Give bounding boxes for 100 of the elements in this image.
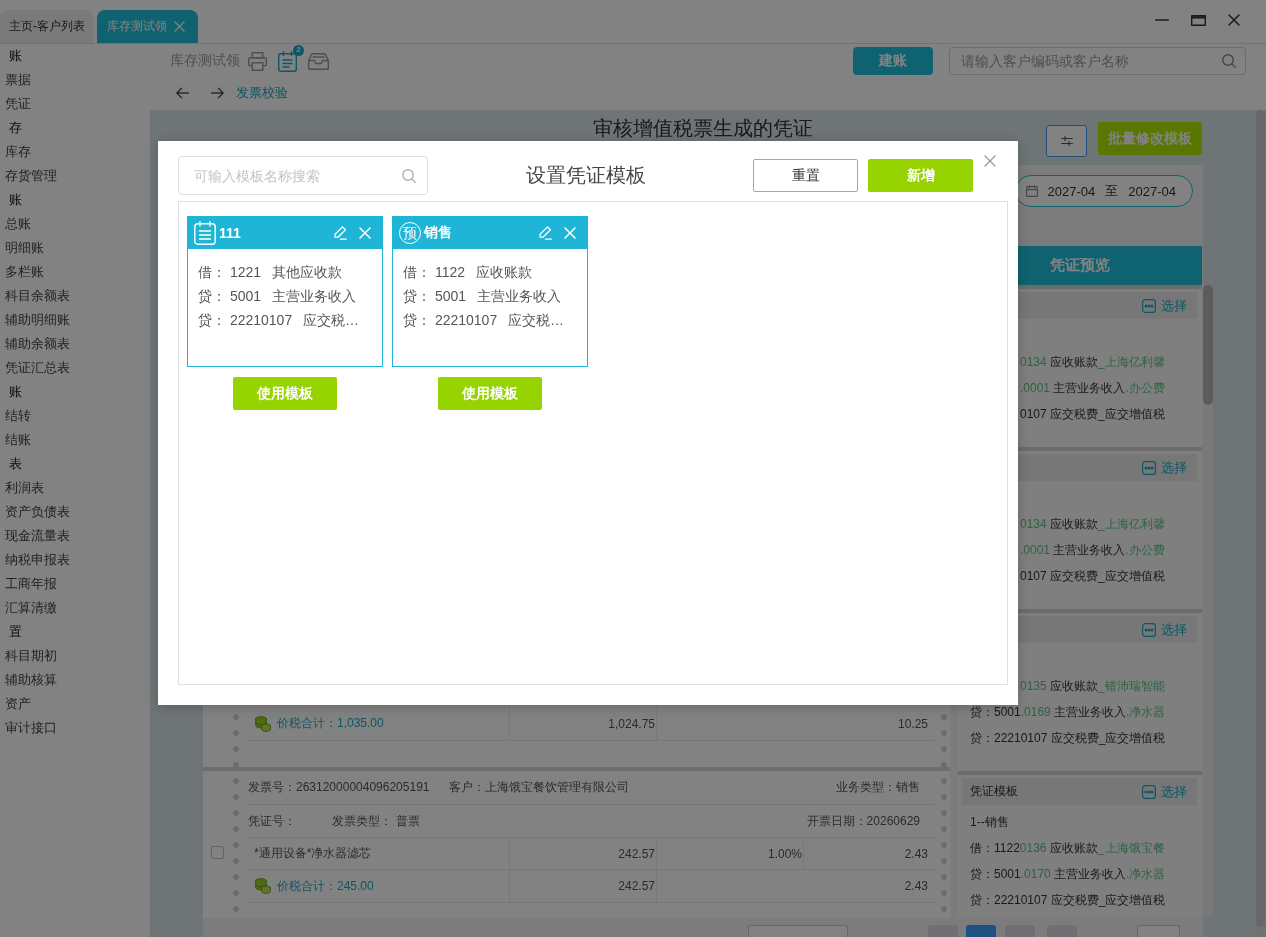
sidebar-item[interactable]: 明细账 [0,236,44,260]
printer-icon[interactable] [248,51,267,71]
forward-arrow-icon[interactable] [211,87,224,99]
sidebar-item[interactable]: 汇算清缴 [0,596,57,620]
date-separator: 至 [1105,182,1119,200]
coins-icon [255,715,271,732]
more-icon [1142,622,1156,637]
table-cell: 1.00% [656,838,803,869]
tab[interactable]: 主页-客户列表 [0,10,94,43]
dialog-button[interactable]: 重置 [753,159,858,192]
voucher-entry-line: 0134 应收账款_上海亿利馨 [1020,516,1165,533]
sidebar-item[interactable]: 辅助余额表 [0,332,70,356]
maximize-icon[interactable] [1191,14,1206,26]
sidebar-item[interactable]: 凭证 [0,92,31,116]
search-icon[interactable] [402,168,416,183]
page-size-select[interactable] [748,925,848,937]
notebook-icon [194,221,216,245]
sidebar-item[interactable]: 纳税申报表 [0,548,70,572]
voucher-entry-line: 贷：5001.0169 主营业务收入.净水器 [970,704,1166,721]
sidebar-item[interactable]: 现金流量表 [0,524,70,548]
sidebar-item[interactable]: 结转 [0,404,31,428]
edit-icon[interactable] [333,226,347,240]
template-entry-line: 贷： 22210107 应交税… [403,311,565,330]
breadcrumb-link[interactable]: 发票校验 [236,84,288,102]
panel-title: 审核增值税票生成的凭证 [592,116,813,140]
sidebar-item[interactable]: 工商年报 [0,572,57,596]
notification-badge: 2 [293,44,304,56]
template-entry-line: 借： 1122 应收账款 [403,263,532,282]
voucher-entry-line: 0107 应交税费_应交增值税 [1020,568,1165,585]
table-cell: 242.57 [509,838,656,869]
search-icon[interactable] [1222,54,1236,68]
table-cell: 2.43 [803,838,935,869]
template-entry-line: 借： 1221 其他应收款 [198,263,342,282]
sidebar-item[interactable]: 存货管理 [0,164,57,188]
close-icon[interactable] [1228,14,1240,26]
filter-button[interactable] [1046,125,1087,157]
template-entry-line: 贷： 22210107 应交税… [198,311,360,330]
date-to: 2027-04 [1128,183,1176,199]
sidebar-group-label: 置 [8,623,22,641]
table-cell: 2.43 [656,870,935,902]
sidebar-item[interactable]: 辅助核算 [0,668,57,692]
search-field[interactable]: 可输入模板名称搜索 [178,156,428,195]
clipboard-list-icon[interactable] [278,50,297,72]
template-name: 1--销售 [970,814,1009,831]
sidebar-item[interactable]: 总账 [0,212,31,236]
sidebar-item[interactable]: 资产负债表 [0,500,70,524]
dialog-title: 设置凭证模板 [525,163,646,188]
coins-icon [255,878,271,894]
voucher-entry-line: 贷：5001.0170 主营业务收入.净水器 [970,866,1166,883]
invoice-type-label: 发票类型： [332,812,392,830]
more-icon [1142,460,1156,475]
voucher-entry-line: 贷：22210107 应交税费_应交增值税 [970,892,1166,909]
voucher-entry-line: .0001 主营业务收入.办公费 [1020,542,1165,559]
sidebar-item[interactable]: 资产 [0,692,31,716]
sidebar-item[interactable]: 结账 [0,428,31,452]
page-jump-input[interactable] [1137,925,1180,937]
calendar-icon [1025,185,1038,197]
voucher-entry-line: 借：11220136 应收账款_上海饿宝餐 [970,840,1165,857]
sidebar-item[interactable]: 多栏账 [0,260,44,284]
sidebar-group-label: 账 [8,191,22,209]
template-entry-line: 贷： 5001 主营业务收入 [198,287,356,306]
voucher-entry-line: 0134 应收账款_上海亿利馨 [1020,354,1165,371]
more-icon [1142,298,1156,313]
sidebar-item[interactable]: 利润表 [0,476,44,500]
invoice-type: 普票 [396,812,420,830]
invoice-number: 发票号：26312000004096205191 [248,779,430,796]
edit-icon[interactable] [538,226,552,240]
sidebar-item[interactable]: 凭证汇总表 [0,356,70,380]
voucher-title: 凭证模板 [970,783,1018,800]
sidebar-group-label: 账 [8,383,22,401]
template-entry-line: 贷： 5001 主营业务收入 [403,287,561,306]
voucher-entry-line: 0135 应收账款_错沛瑞智能 [1020,678,1165,695]
table-cell-text: *通用设备*净水器滤芯 [253,845,373,862]
invoice-date: 开票日期：20260629 [806,812,920,830]
sidebar-item[interactable]: 库存 [0,140,31,164]
template-name: 111 [219,225,241,241]
sidebar-group-label: 表 [8,455,22,473]
sidebar-group-label: 存 [8,119,22,137]
close-icon[interactable] [984,155,996,167]
voucher-entry-line: 贷：22210107 应交税费_应交增值税 [970,730,1166,747]
business-type: 业务类型：销售 [836,779,920,796]
sidebar-item[interactable]: 科目余额表 [0,284,70,308]
table-cell: 1,024.75 [509,707,656,740]
minimize-icon[interactable] [1155,19,1169,21]
voucher-entry-line: .0001 主营业务收入.办公费 [1020,380,1165,397]
scrollbar-thumb[interactable] [1203,285,1213,405]
sidebar-item[interactable]: 辅助明细账 [0,308,70,332]
scrollbar-thumb[interactable] [1256,110,1265,927]
template-name: 销售 [424,224,452,242]
sidebar-item[interactable]: 票据 [0,68,31,92]
sidebar-group-label: 账 [8,47,22,65]
sidebar-item[interactable]: 审计接口 [0,716,57,740]
date-from: 2027-04 [1047,183,1096,199]
inbox-icon[interactable] [308,52,329,70]
checkbox[interactable] [211,846,224,859]
back-arrow-icon[interactable] [176,87,189,99]
total-amount: 价税合计：1,035.00 [277,715,384,732]
total-amount: 价税合计：245.00 [277,877,374,895]
table-cell: 10.25 [656,707,935,740]
sidebar-item[interactable]: 科目期初 [0,644,57,668]
